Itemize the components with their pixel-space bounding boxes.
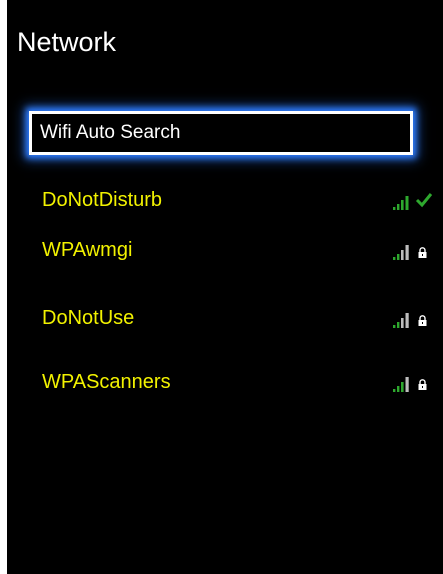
network-name: DoNotDisturb bbox=[42, 189, 163, 211]
checkmark-icon bbox=[415, 193, 433, 208]
network-item-donotdisturb[interactable]: DoNotDisturb bbox=[7, 186, 443, 220]
network-item-wpascanners[interactable]: WPAScanners bbox=[7, 368, 443, 402]
network-name: WPAwmgi bbox=[42, 239, 133, 261]
lock-icon bbox=[418, 379, 427, 390]
network-name: WPAScanners bbox=[42, 371, 171, 393]
network-screen: Network Wifi Auto Search DoNotDisturb WP… bbox=[7, 0, 443, 574]
network-item-wpawmgi[interactable]: WPAwmgi bbox=[7, 236, 443, 270]
wifi-signal-icon bbox=[393, 196, 409, 210]
lock-icon bbox=[418, 315, 427, 326]
wifi-auto-search-button[interactable]: Wifi Auto Search bbox=[29, 111, 413, 155]
wifi-signal-icon bbox=[393, 245, 409, 260]
wifi-signal-icon bbox=[393, 313, 409, 328]
network-item-donotuse[interactable]: DoNotUse bbox=[7, 304, 443, 338]
page-title: Network bbox=[17, 27, 117, 57]
network-name: DoNotUse bbox=[42, 307, 135, 329]
wifi-signal-icon bbox=[393, 377, 409, 392]
lock-icon bbox=[418, 247, 427, 258]
